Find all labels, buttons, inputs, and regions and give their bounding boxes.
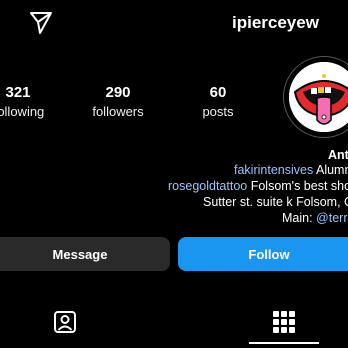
grid-icon[interactable]	[272, 310, 296, 334]
tagged-photos-icon[interactable]	[53, 310, 77, 334]
active-tab-indicator	[249, 342, 319, 344]
send-icon[interactable]	[28, 10, 54, 36]
followers-count[interactable]: 290	[88, 84, 148, 101]
following-label[interactable]: following	[0, 104, 64, 119]
following-count[interactable]: 321	[0, 84, 48, 101]
bio-text: Folsom's best shop	[247, 179, 348, 193]
message-button[interactable]: Message	[0, 237, 170, 271]
bio-line-3: Sutter st. suite k Folsom, CA	[203, 195, 348, 209]
bio-mention-link[interactable]: @terrib	[316, 211, 348, 225]
followers-label[interactable]: followers	[73, 104, 163, 119]
bio-line-2: rosegoldtattoo Folsom's best shop	[168, 179, 348, 193]
bio-text: Alumni	[315, 163, 348, 177]
follow-button[interactable]: Follow	[178, 237, 348, 271]
posts-label: posts	[202, 104, 234, 119]
bio-line-4: Main: @terrib	[282, 211, 348, 225]
profile-username: ipierceyew	[232, 13, 319, 32]
bio-name: Anti	[328, 148, 348, 162]
posts-count: 60	[209, 84, 227, 101]
bio-text: Main:	[282, 211, 317, 225]
bio-mention-link[interactable]: rosegoldtattoo	[168, 179, 247, 193]
bio-line-1: fakirintensives Alumni	[234, 163, 348, 177]
bio-mention-link[interactable]: fakirintensives	[234, 163, 313, 177]
